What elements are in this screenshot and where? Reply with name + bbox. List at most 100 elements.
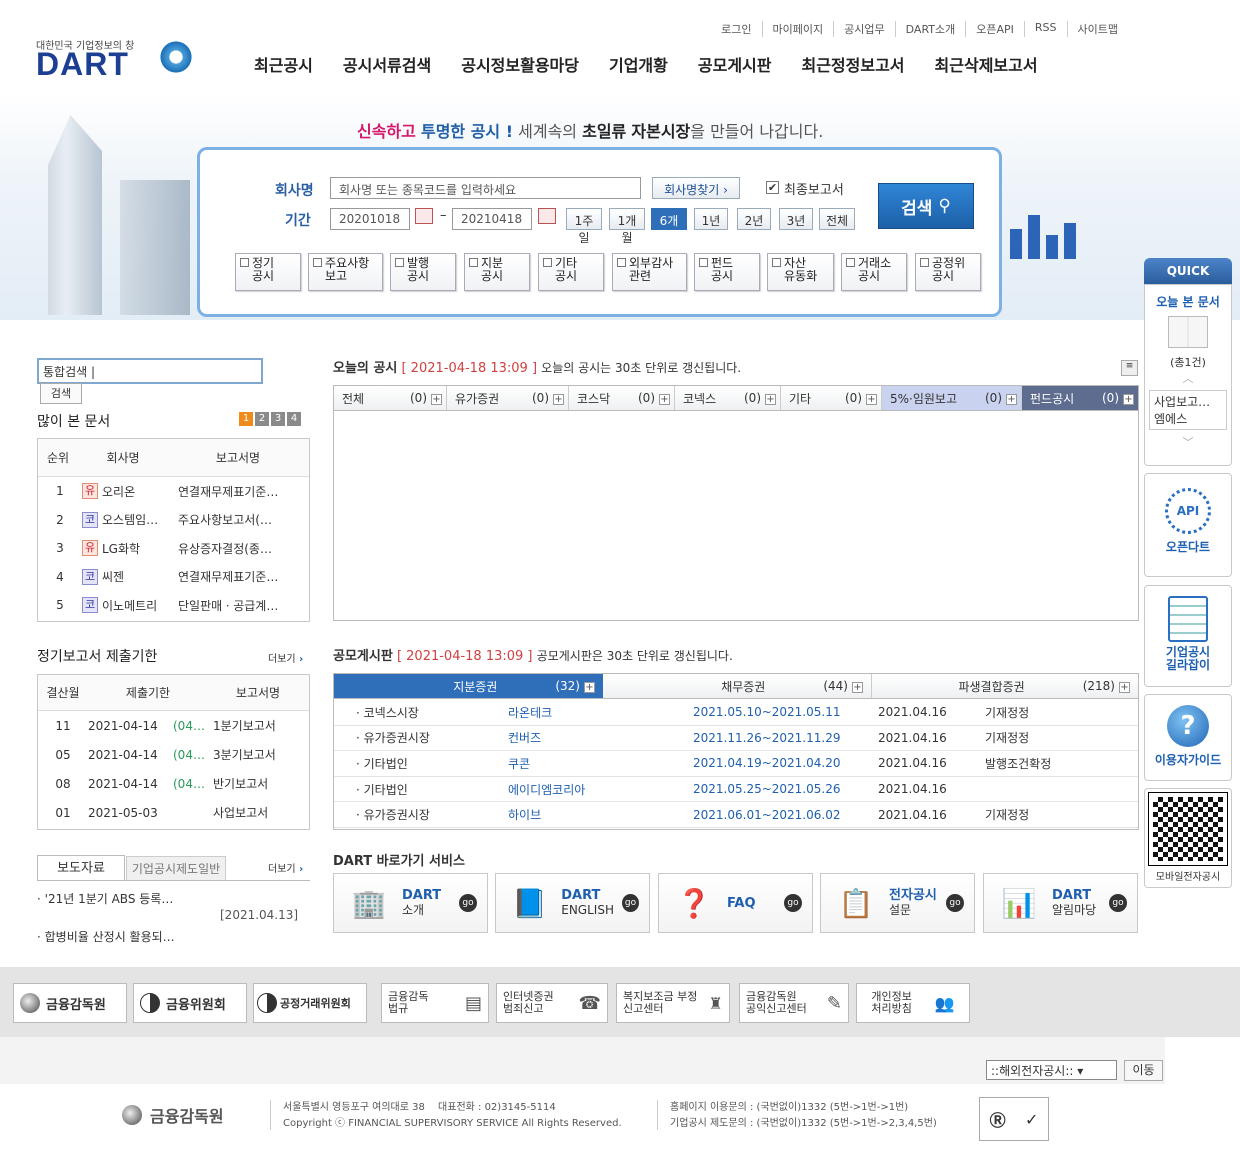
checkbox-icon[interactable] xyxy=(240,258,249,267)
press-item[interactable]: · 합병비율 산정시 활용되… xyxy=(37,928,175,945)
period-1year-button[interactable]: 1년 xyxy=(694,208,728,230)
nav-document-search[interactable]: 공시서류검색 xyxy=(343,52,431,76)
banner-fss[interactable]: 금융감독원 xyxy=(13,983,127,1023)
offer-row[interactable]: · 유가증권시장 컨버즈 2021.11.26~2021.11.29 2021.… xyxy=(334,726,1138,752)
category-abs[interactable]: 자산 유동화 xyxy=(767,253,834,291)
mobile-panel[interactable]: 모바일전자공시 xyxy=(1144,788,1232,888)
disclosure-work-link[interactable]: 공시업무 xyxy=(833,21,894,37)
shortcut-dart-intro[interactable]: 🏢 DART 소개 go xyxy=(333,873,488,933)
find-company-button[interactable]: 회사명찾기 › xyxy=(652,177,740,199)
banner-ftc[interactable]: 공정거래위원회 xyxy=(253,983,367,1023)
banner-fsc[interactable]: 금융위원회 xyxy=(133,983,247,1023)
company-link[interactable]: 쿠콘 xyxy=(508,755,693,772)
company-link[interactable]: LG화학 xyxy=(102,540,178,557)
plus-icon[interactable]: + xyxy=(431,394,442,405)
period-all-button[interactable]: 전체 xyxy=(819,208,855,230)
today-tab-fund[interactable]: 펀드공시 (0) + xyxy=(1022,386,1138,410)
shortcut-dart-notice[interactable]: 📊 DART 알림마당 go xyxy=(983,873,1138,933)
company-link[interactable]: 오스템임… xyxy=(102,511,178,528)
plus-icon[interactable]: + xyxy=(553,394,564,405)
banner-whistleblower[interactable]: 금융감독원 공익신고센터 ✎ xyxy=(739,983,849,1023)
tab-disclosure-system[interactable]: 기업공시제도일반 xyxy=(126,856,226,881)
category-fund[interactable]: 펀드 공시 xyxy=(694,253,760,291)
checkbox-icon[interactable] xyxy=(846,258,855,267)
nav-recent-disclosures[interactable]: 최근공시 xyxy=(254,52,313,76)
sitemap-link[interactable]: 사이트맵 xyxy=(1066,21,1128,37)
press-more-link[interactable]: 더보기 xyxy=(268,860,303,875)
company-link[interactable]: 컨버즈 xyxy=(508,729,693,746)
popular-row[interactable]: 2 코 오스템임… 주요사항보고서(… xyxy=(38,506,309,535)
integrated-search-input[interactable]: 통합검색 | xyxy=(37,358,263,384)
page-2[interactable]: 2 xyxy=(255,412,269,426)
nav-company-overview[interactable]: 기업개황 xyxy=(609,52,668,76)
banner-subsidy[interactable]: 복지보조금 부정 신고센터 ♜ xyxy=(616,983,730,1023)
go-icon[interactable]: go xyxy=(946,894,964,912)
category-exchange[interactable]: 거래소 공시 xyxy=(841,253,907,291)
plus-icon[interactable]: + xyxy=(1119,682,1130,693)
category-equity[interactable]: 지분 공시 xyxy=(464,253,530,291)
nav-offering-board[interactable]: 공모게시판 xyxy=(698,52,772,76)
plus-icon[interactable]: + xyxy=(852,682,863,693)
go-icon[interactable]: go xyxy=(621,894,639,912)
overseas-select[interactable]: ::해외전자공시:: ▾ xyxy=(986,1060,1117,1080)
company-link[interactable]: 에이디엠코리아 xyxy=(508,781,693,798)
banner-law[interactable]: 금융감독 법규 ▤ xyxy=(381,983,489,1023)
today-tab-kosdaq[interactable]: 코스닥 (0) + xyxy=(569,386,675,410)
integrated-search-button[interactable]: 검색 xyxy=(40,383,82,404)
company-link[interactable]: 씨젠 xyxy=(102,568,178,585)
today-tab-5pct[interactable]: 5%·임원보고 (0) + xyxy=(882,386,1022,410)
category-major[interactable]: 주요사항 보고 xyxy=(308,253,383,291)
today-viewed-item[interactable]: 사업보고… 엠에스 xyxy=(1149,390,1227,430)
company-link[interactable]: 라온테크 xyxy=(508,704,693,721)
report-link[interactable]: 연결재무제표기준… xyxy=(178,483,308,500)
report-link[interactable]: 연결재무제표기준… xyxy=(178,568,308,585)
plus-icon[interactable]: + xyxy=(584,682,595,693)
plus-icon[interactable]: + xyxy=(1006,394,1017,405)
category-audit[interactable]: 외부감사 관련 xyxy=(612,253,687,291)
today-tab-all[interactable]: 전체 (0) + xyxy=(334,386,447,410)
about-dart-link[interactable]: DART소개 xyxy=(894,21,966,37)
offer-tab-debt[interactable]: 채무증권 (44) + xyxy=(603,674,872,698)
move-button[interactable]: 이동 xyxy=(1124,1060,1163,1081)
login-link[interactable]: 로그인 xyxy=(711,21,761,37)
offer-tab-derivative[interactable]: 파생결합증권 (218) + xyxy=(872,674,1138,698)
deadline-more-link[interactable]: 더보기 xyxy=(268,650,303,665)
press-title[interactable]: 합병비율 산정시 활용되… xyxy=(45,930,175,944)
today-tab-kospi[interactable]: 유가증권 (0) + xyxy=(447,386,569,410)
open-api-link[interactable]: 오픈API xyxy=(965,21,1024,37)
period-1week-button[interactable]: 1주일 xyxy=(566,208,602,245)
chevron-up-icon[interactable]: ︿ xyxy=(1145,370,1231,386)
period-3year-button[interactable]: 3년 xyxy=(779,208,813,230)
company-link[interactable]: 오리온 xyxy=(102,483,178,500)
chevron-down-icon[interactable]: ﹀ xyxy=(1145,434,1231,450)
press-title[interactable]: '21년 1분기 ABS 등록… xyxy=(45,892,174,906)
dart-logo[interactable]: DART xyxy=(36,46,129,83)
company-input[interactable]: 회사명 또는 종목코드를 입력하세요 xyxy=(330,177,641,199)
today-tab-konex[interactable]: 코넥스 (0) + xyxy=(675,386,781,410)
offer-row[interactable]: · 코넥스시장 라온테크 2021.05.10~2021.05.11 2021.… xyxy=(334,700,1138,726)
tab-press-releases[interactable]: 보도자료 xyxy=(37,855,125,881)
checkbox-icon[interactable] xyxy=(699,258,708,267)
popular-row[interactable]: 5 코 이노메트리 단일판매ㆍ공급계… xyxy=(38,591,309,620)
offer-tab-equity[interactable]: 지분증권 (32) + xyxy=(334,674,603,698)
checkbox-icon[interactable] xyxy=(543,258,552,267)
checkbox-icon[interactable] xyxy=(617,258,626,267)
popular-row[interactable]: 1 유 오리온 연결재무제표기준… xyxy=(38,477,309,506)
report-link[interactable]: 주요사항보고서(… xyxy=(178,511,308,528)
page-3[interactable]: 3 xyxy=(271,412,285,426)
period-2year-button[interactable]: 2년 xyxy=(737,208,771,230)
category-regular[interactable]: 정기 공시 xyxy=(235,253,301,291)
final-report-checkbox[interactable]: ✔ xyxy=(766,181,779,194)
banner-crime-report[interactable]: 인터넷증권 범죄신고 ☎ xyxy=(496,983,608,1023)
shortcut-dart-english[interactable]: 📘 DART ENGLISH go xyxy=(495,873,650,933)
checkbox-icon[interactable] xyxy=(772,258,781,267)
plus-icon[interactable]: + xyxy=(765,394,776,405)
settings-icon[interactable]: ≡ xyxy=(1121,360,1138,376)
banner-privacy[interactable]: 개인정보 처리방침 👥 xyxy=(856,983,970,1023)
category-issuance[interactable]: 발행 공시 xyxy=(390,253,456,291)
guide-panel[interactable]: 기업공시 길라잡이 xyxy=(1144,585,1232,687)
calendar-icon[interactable] xyxy=(415,208,433,224)
company-link[interactable]: 이노메트리 xyxy=(102,597,178,614)
start-date-input[interactable]: 20201018 xyxy=(330,208,410,230)
nav-info-utilization[interactable]: 공시정보활용마당 xyxy=(461,52,579,76)
